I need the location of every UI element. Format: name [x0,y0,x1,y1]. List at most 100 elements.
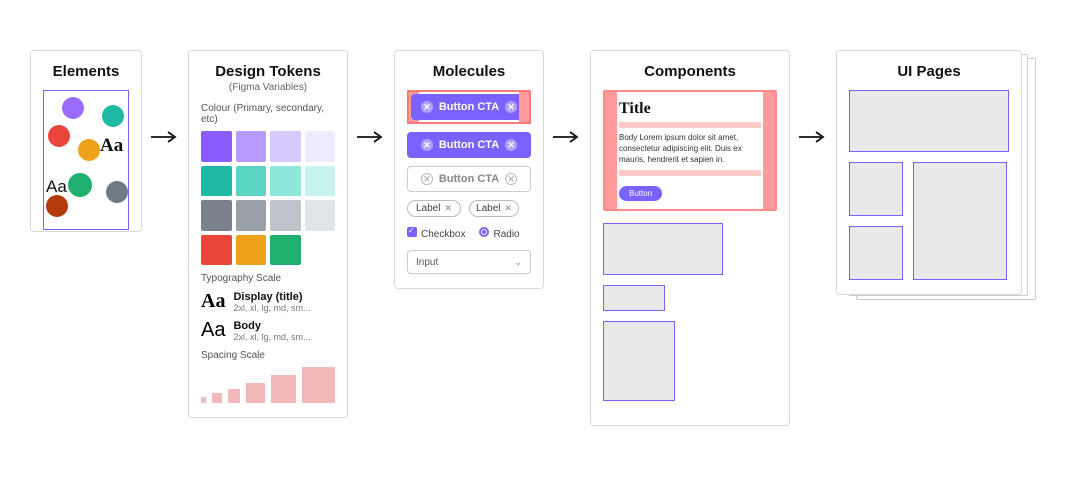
color-swatch [270,235,301,266]
color-dot [106,181,128,203]
panel-molecules: Molecules ✕ Button CTA ✕ ✕ Button CTA ✕ … [394,50,544,289]
type-sizes: 2xl, xl, lg, md, sm... [233,303,310,313]
color-swatch [270,200,301,231]
swatch-grid [201,131,335,265]
page-region [849,90,1009,152]
color-swatch [201,131,232,162]
color-swatch [236,200,267,231]
close-icon: ✕ [421,101,433,113]
panel-elements: Elements Aa Aa [30,50,142,232]
page-region [849,226,903,280]
color-swatch [236,166,267,197]
chip-row: Label ✕ Label ✕ [407,200,531,217]
close-icon: ✕ [444,203,452,214]
chip-label[interactable]: Label ✕ [407,200,461,217]
type-row: Aa Body2xl, xl, lg, md, sm... [201,319,335,342]
close-icon: ✕ [505,101,517,113]
label-typography: Typography Scale [201,273,335,284]
button-label: Button CTA [439,139,499,151]
close-icon: ✕ [505,173,517,185]
panel-ui-pages-stack: UI Pages [836,50,1036,310]
color-swatch [305,166,336,197]
color-dot [46,195,68,217]
type-name: Display (title) [233,291,310,303]
spacing-token [302,367,335,403]
spacing-token [212,393,221,403]
panel-design-tokens: Design Tokens (Figma Variables) Colour (… [188,50,348,418]
color-swatch [201,166,232,197]
page-region [849,162,903,216]
select-label: Input [416,257,438,268]
radio[interactable]: Radio [479,227,519,240]
checkbox-icon [407,227,417,237]
chip-text: Label [416,203,440,214]
button-cta-primary[interactable]: ✕ Button CTA ✕ [407,132,531,158]
label-colour: Colour (Primary, secondary, etc) [201,103,335,125]
spacing-token [271,375,297,403]
component-placeholder [603,223,723,275]
glyph-sans: Aa [46,177,67,197]
diagram-stage: Elements Aa Aa Design Tokens (Figma Vari… [0,0,1072,476]
spacing-token [201,397,206,403]
card-title: Title [619,100,761,118]
type-list: AaDisplay (title)2xl, xl, lg, md, sm...A… [201,290,335,342]
example-card: Title Body Lorem ipsum dolor sit amet, c… [603,90,777,211]
tokens-subtitle: (Figma Variables) [201,82,335,93]
page-region [913,162,1007,280]
spacing-token [246,383,264,403]
select-input[interactable]: Input ⌄ [407,250,531,274]
panel-title-elements: Elements [43,63,129,80]
close-icon: ✕ [421,139,433,151]
color-swatch [270,166,301,197]
checkbox[interactable]: Checkbox [407,227,465,240]
elements-body: Aa Aa [43,90,129,230]
arrow-icon [150,130,180,144]
type-glyph: Aa [201,319,225,342]
checkbox-label: Checkbox [421,229,465,240]
color-swatch [305,131,336,162]
arrow-icon [356,130,386,144]
type-sizes: 2xl, xl, lg, md, sm... [233,332,310,342]
color-swatch [270,131,301,162]
panel-title-tokens: Design Tokens [201,63,335,80]
color-dot [62,97,84,119]
button-cta-outline[interactable]: ✕ Button CTA ✕ [407,166,531,192]
close-icon: ✕ [505,139,517,151]
spacing-token [228,389,241,403]
button-label: Button CTA [439,173,499,185]
color-swatch [236,235,267,266]
color-swatch [201,200,232,231]
chip-text: Label [476,203,500,214]
color-dot [48,125,70,147]
color-swatch [236,131,267,162]
panel-title-molecules: Molecules [407,63,531,80]
component-placeholder [603,321,675,401]
card-body: Body Lorem ipsum dolor sit amet, consect… [619,132,761,166]
selected-button-highlight: ✕ Button CTA ✕ [407,90,531,124]
spacing-highlight [619,170,761,176]
button-label: Button CTA [439,101,499,113]
color-swatch [305,200,336,231]
radio-label: Radio [493,229,519,240]
panel-ui-pages: UI Pages [836,50,1022,295]
spacing-highlight [619,122,761,128]
type-glyph: Aa [201,290,225,313]
button-cta-primary-selected[interactable]: ✕ Button CTA ✕ [411,94,527,120]
form-controls-row: Checkbox Radio [407,227,531,240]
close-icon: ✕ [421,173,433,185]
panel-title-components: Components [603,63,777,80]
component-placeholder [603,285,665,311]
chevron-down-icon: ⌄ [514,257,522,268]
glyph-serif: Aa [100,135,123,157]
type-name: Body [233,320,310,332]
spacing-scale [201,367,335,403]
card-button[interactable]: Button [619,186,662,201]
color-dot [68,173,92,197]
close-icon: ✕ [504,203,512,214]
label-spacing: Spacing Scale [201,350,335,361]
chip-label-alt[interactable]: Label ✕ [469,200,519,217]
radio-icon [479,227,489,237]
arrow-icon [552,130,582,144]
panel-title-pages: UI Pages [849,63,1009,80]
panel-components: Components Title Body Lorem ipsum dolor … [590,50,790,426]
